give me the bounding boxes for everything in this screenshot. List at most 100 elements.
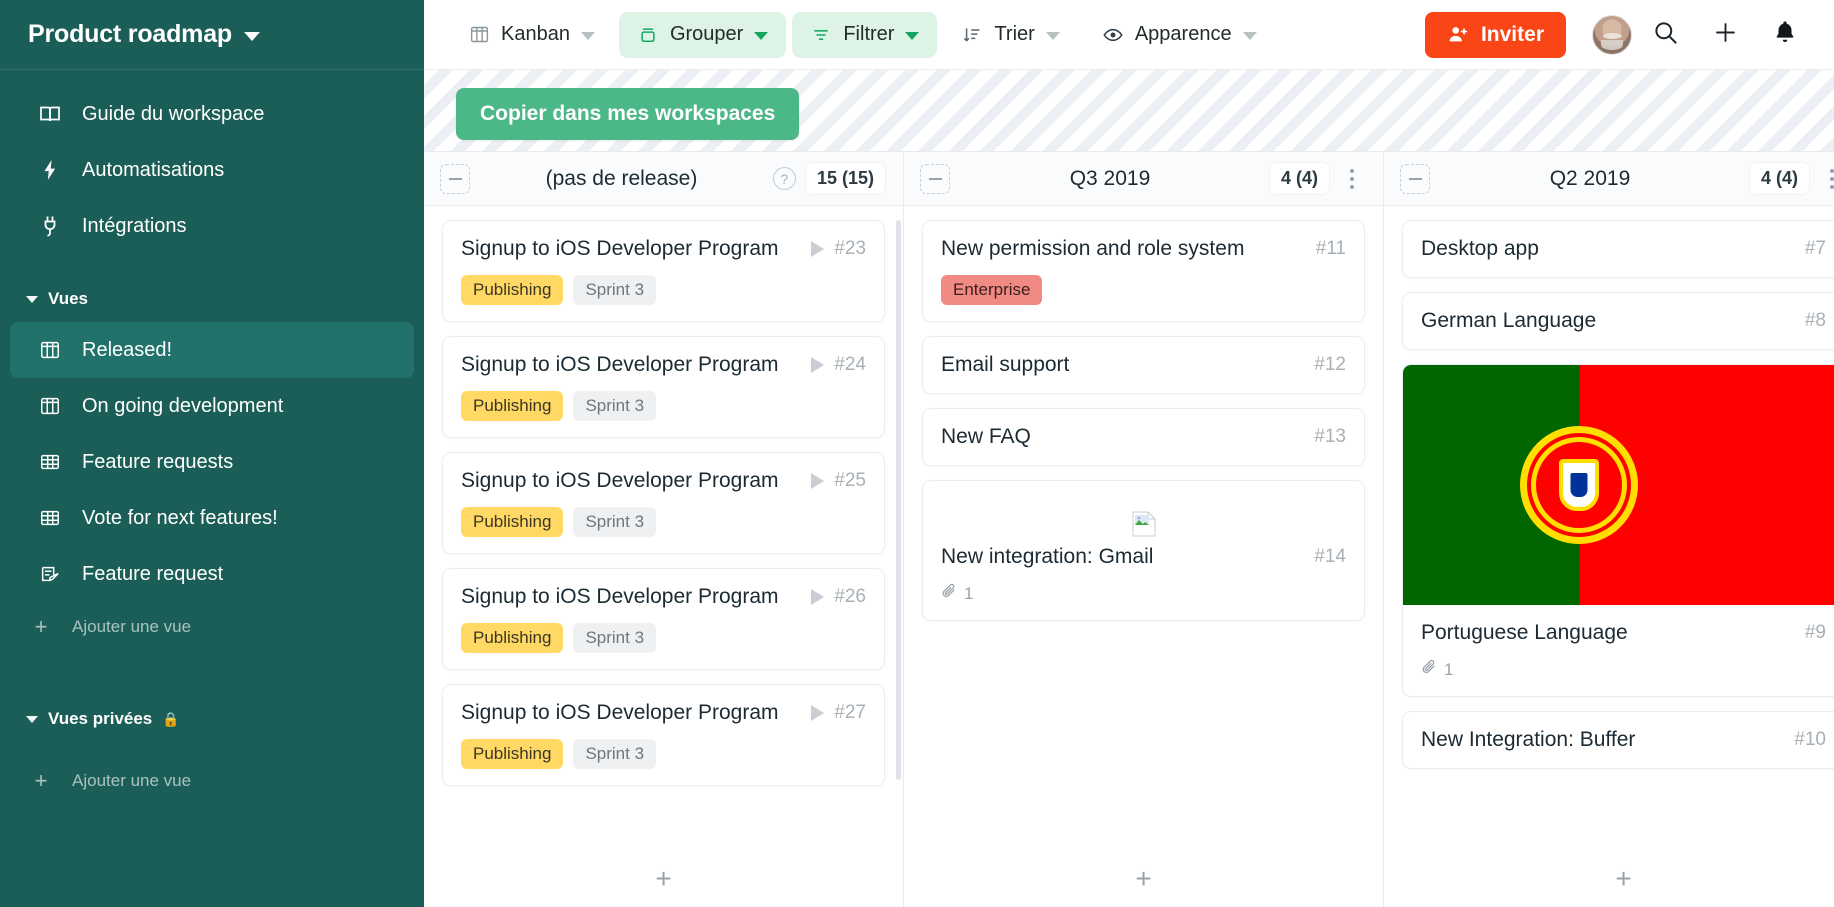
- tag[interactable]: Publishing: [461, 275, 564, 305]
- card-title: Signup to iOS Developer Program: [461, 701, 779, 724]
- card-header: Signup to iOS Developer Program #24: [461, 353, 866, 377]
- column-body[interactable]: Signup to iOS Developer Program #23 Publ…: [424, 206, 903, 851]
- sidebar-item-released[interactable]: Released!: [10, 322, 414, 378]
- plug-icon: [38, 214, 62, 238]
- card[interactable]: New integration: Gmail #14 1: [922, 480, 1365, 621]
- collapse-column-button[interactable]: [920, 163, 950, 194]
- add-private-view-button[interactable]: + Ajouter une vue: [0, 756, 424, 806]
- private-views-section-header[interactable]: Vues privées 🔒: [0, 696, 424, 742]
- column-body[interactable]: New permission and role system #11 Enter…: [904, 206, 1383, 851]
- column-menu-button[interactable]: [1819, 168, 1834, 189]
- card[interactable]: German Language #8: [1402, 292, 1834, 350]
- plus-icon: +: [34, 614, 48, 639]
- column-scrollbar[interactable]: [896, 220, 901, 780]
- view-type-label: Kanban: [501, 23, 570, 45]
- filter-button[interactable]: Filtrer: [792, 11, 938, 58]
- card[interactable]: Signup to iOS Developer Program #23 Publ…: [442, 220, 885, 322]
- tag[interactable]: Sprint 3: [573, 507, 657, 537]
- card-header: Portuguese Language #9: [1421, 621, 1826, 645]
- column-header: Q3 2019 4 (4): [904, 152, 1383, 206]
- card[interactable]: Email support #12: [922, 336, 1365, 394]
- chevron-down-icon: [26, 295, 38, 303]
- help-icon[interactable]: ?: [772, 167, 796, 190]
- sidebar-item-feature-request-form[interactable]: Feature request: [10, 546, 414, 602]
- add-view-button[interactable]: + Ajouter une vue: [0, 602, 424, 652]
- tag[interactable]: Publishing: [461, 623, 564, 653]
- column-title: Q3 2019: [1069, 166, 1151, 190]
- copy-to-workspaces-button[interactable]: Copier dans mes workspaces: [456, 88, 800, 140]
- paperclip-icon: [941, 583, 957, 604]
- sidebar-item-label: Feature requests: [82, 450, 234, 473]
- sidebar-item-feature-requests[interactable]: Feature requests: [10, 434, 414, 490]
- group-button[interactable]: Grouper: [618, 11, 787, 58]
- card[interactable]: New permission and role system #11 Enter…: [922, 220, 1365, 322]
- collapse-column-button[interactable]: [440, 163, 470, 194]
- card-number: #23: [834, 238, 866, 259]
- tag[interactable]: Sprint 3: [573, 623, 657, 653]
- invite-button[interactable]: Inviter: [1424, 11, 1566, 58]
- card[interactable]: Desktop app #7: [1402, 220, 1834, 278]
- tag[interactable]: Sprint 3: [573, 739, 657, 769]
- search-button[interactable]: [1638, 8, 1692, 62]
- card-title: New permission and role system: [941, 237, 1245, 260]
- tag[interactable]: Publishing: [461, 391, 564, 421]
- card-title: Desktop app: [1421, 237, 1539, 260]
- sort-button[interactable]: Trier: [943, 12, 1077, 58]
- chevron-down-icon: [243, 32, 260, 41]
- card-number: #27: [834, 702, 866, 723]
- tag[interactable]: Sprint 3: [573, 275, 657, 305]
- sidebar-item-guide[interactable]: Guide du workspace: [10, 86, 414, 142]
- card-header: New Integration: Buffer #10: [1421, 728, 1826, 752]
- view-type-button[interactable]: Kanban: [450, 12, 613, 58]
- sidebar-item-ongoing-development[interactable]: On going development: [10, 378, 414, 434]
- bell-icon: [1772, 19, 1798, 50]
- views-section-header[interactable]: Vues: [0, 276, 424, 322]
- play-icon[interactable]: [811, 473, 825, 489]
- column-body[interactable]: Desktop app #7 German Language #8 Portug…: [1384, 206, 1834, 851]
- sidebar-item-automations[interactable]: Automatisations: [10, 142, 414, 198]
- portugal-flag-cover-image: [1403, 365, 1834, 605]
- card[interactable]: Signup to iOS Developer Program #26 Publ…: [442, 568, 885, 670]
- play-icon[interactable]: [811, 241, 825, 257]
- workspace-switcher[interactable]: Product roadmap: [0, 0, 424, 70]
- collapse-column-button[interactable]: [1400, 163, 1430, 194]
- sort-icon: [961, 24, 983, 46]
- play-icon[interactable]: [811, 705, 825, 721]
- tag[interactable]: Enterprise: [941, 275, 1043, 305]
- attachment-count: 1: [1421, 659, 1826, 680]
- card-number: #7: [1804, 238, 1826, 259]
- card[interactable]: Signup to iOS Developer Program #25 Publ…: [442, 452, 885, 554]
- card[interactable]: Signup to iOS Developer Program #24 Publ…: [442, 336, 885, 438]
- card-number: #24: [834, 354, 866, 375]
- play-icon[interactable]: [811, 589, 825, 605]
- tag[interactable]: Publishing: [461, 739, 564, 769]
- sidebar-item-integrations[interactable]: Intégrations: [10, 198, 414, 254]
- attachment-count-label: 1: [964, 583, 974, 603]
- kanban-board: (pas de release) ? 15 (15) Signup to iOS…: [424, 152, 1834, 907]
- card-title: New FAQ: [941, 425, 1031, 448]
- sidebar-item-label: Automatisations: [82, 158, 225, 181]
- card[interactable]: Signup to iOS Developer Program #27 Publ…: [442, 684, 885, 786]
- add-button[interactable]: [1698, 8, 1752, 62]
- card[interactable]: Portuguese Language #9 1: [1402, 364, 1834, 697]
- column-title: (pas de release): [545, 166, 698, 190]
- add-card-button[interactable]: +: [424, 851, 903, 907]
- avatar[interactable]: [1592, 14, 1632, 55]
- add-card-button[interactable]: +: [904, 851, 1383, 907]
- filter-label: Filtrer: [843, 23, 895, 45]
- column-count: 4 (4): [1749, 163, 1809, 194]
- add-card-button[interactable]: +: [1384, 851, 1834, 907]
- notifications-button[interactable]: [1758, 8, 1812, 62]
- play-icon[interactable]: [811, 357, 825, 373]
- tag[interactable]: Sprint 3: [573, 391, 657, 421]
- column-menu-button[interactable]: [1339, 168, 1365, 189]
- tag[interactable]: Publishing: [461, 507, 564, 537]
- card[interactable]: New Integration: Buffer #10: [1402, 711, 1834, 769]
- card-number: #11: [1315, 238, 1346, 259]
- appearance-button[interactable]: Apparence: [1084, 12, 1275, 58]
- table-icon: [38, 506, 62, 530]
- sidebar-item-vote-for-next-features[interactable]: Vote for next features!: [10, 490, 414, 546]
- card-tags: Publishing Sprint 3: [461, 623, 866, 653]
- card-header: New integration: Gmail #14: [941, 545, 1346, 569]
- card[interactable]: New FAQ #13: [922, 408, 1365, 466]
